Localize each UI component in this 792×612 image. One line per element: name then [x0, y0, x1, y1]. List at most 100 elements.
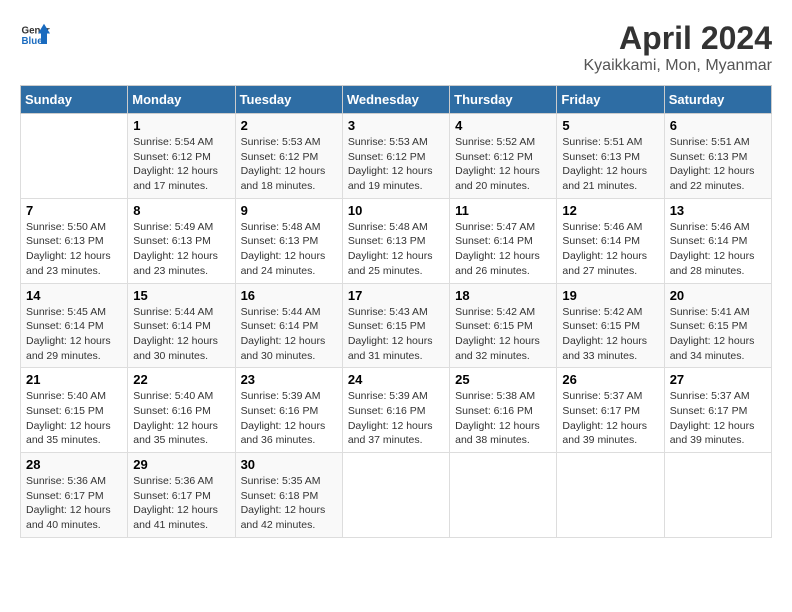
- day-cell: 5 Sunrise: 5:51 AMSunset: 6:13 PMDaylight…: [557, 114, 664, 199]
- day-number: 22: [133, 372, 229, 387]
- day-info: Sunrise: 5:39 AMSunset: 6:16 PMDaylight:…: [348, 389, 444, 448]
- day-number: 10: [348, 203, 444, 218]
- day-number: 1: [133, 118, 229, 133]
- day-cell: 13Sunrise: 5:46 AMSunset: 6:14 PMDayligh…: [664, 198, 771, 283]
- day-info: Sunrise: 5:42 AMSunset: 6:15 PMDaylight:…: [455, 305, 551, 364]
- day-info: Sunrise: 5:37 AMSunset: 6:17 PMDaylight:…: [670, 389, 766, 448]
- day-cell: 1 Sunrise: 5:54 AMSunset: 6:12 PMDaylight…: [128, 114, 235, 199]
- day-info: Sunrise: 5:35 AMSunset: 6:18 PMDaylight:…: [241, 474, 337, 533]
- day-number: 6: [670, 118, 766, 133]
- day-number: 13: [670, 203, 766, 218]
- day-info: Sunrise: 5:38 AMSunset: 6:16 PMDaylight:…: [455, 389, 551, 448]
- day-cell: 9Sunrise: 5:48 AMSunset: 6:13 PMDaylight…: [235, 198, 342, 283]
- day-info: Sunrise: 5:36 AMSunset: 6:17 PMDaylight:…: [133, 474, 229, 533]
- calendar-table: SundayMondayTuesdayWednesdayThursdayFrid…: [20, 85, 772, 538]
- day-cell: [342, 453, 449, 538]
- day-number: 12: [562, 203, 658, 218]
- day-number: 11: [455, 203, 551, 218]
- header-cell-wednesday: Wednesday: [342, 86, 449, 114]
- day-info: Sunrise: 5:48 AMSunset: 6:13 PMDaylight:…: [348, 220, 444, 279]
- week-row-3: 14 Sunrise: 5:45 AMSunset: 6:14 PMDayligh…: [21, 283, 772, 368]
- day-info: Sunrise: 5:42 AMSunset: 6:15 PMDaylight:…: [562, 305, 658, 364]
- day-cell: 22 Sunrise: 5:40 AMSunset: 6:16 PMDayligh…: [128, 368, 235, 453]
- day-number: 28: [26, 457, 122, 472]
- day-cell: 2 Sunrise: 5:53 AMSunset: 6:12 PMDaylight…: [235, 114, 342, 199]
- day-info: Sunrise: 5:52 AMSunset: 6:12 PMDaylight:…: [455, 135, 551, 194]
- day-cell: 14 Sunrise: 5:45 AMSunset: 6:14 PMDayligh…: [21, 283, 128, 368]
- week-row-4: 21 Sunrise: 5:40 AMSunset: 6:15 PMDayligh…: [21, 368, 772, 453]
- day-cell: 8 Sunrise: 5:49 AMSunset: 6:13 PMDaylight…: [128, 198, 235, 283]
- day-number: 16: [241, 288, 337, 303]
- day-cell: 21 Sunrise: 5:40 AMSunset: 6:15 PMDayligh…: [21, 368, 128, 453]
- day-number: 7: [26, 203, 122, 218]
- day-info: Sunrise: 5:44 AMSunset: 6:14 PMDaylight:…: [241, 305, 337, 364]
- header-cell-monday: Monday: [128, 86, 235, 114]
- header-cell-sunday: Sunday: [21, 86, 128, 114]
- calendar-body: 1 Sunrise: 5:54 AMSunset: 6:12 PMDaylight…: [21, 114, 772, 538]
- day-number: 14: [26, 288, 122, 303]
- day-number: 19: [562, 288, 658, 303]
- main-title: April 2024: [584, 20, 773, 57]
- calendar-header-row: SundayMondayTuesdayWednesdayThursdayFrid…: [21, 86, 772, 114]
- day-number: 17: [348, 288, 444, 303]
- day-info: Sunrise: 5:40 AMSunset: 6:16 PMDaylight:…: [133, 389, 229, 448]
- day-cell: 30 Sunrise: 5:35 AMSunset: 6:18 PMDayligh…: [235, 453, 342, 538]
- day-info: Sunrise: 5:40 AMSunset: 6:15 PMDaylight:…: [26, 389, 122, 448]
- day-cell: 24 Sunrise: 5:39 AMSunset: 6:16 PMDayligh…: [342, 368, 449, 453]
- day-number: 23: [241, 372, 337, 387]
- day-number: 27: [670, 372, 766, 387]
- day-number: 3: [348, 118, 444, 133]
- day-number: 2: [241, 118, 337, 133]
- logo-icon: General Blue: [20, 20, 50, 50]
- day-cell: 6 Sunrise: 5:51 AMSunset: 6:13 PMDaylight…: [664, 114, 771, 199]
- day-info: Sunrise: 5:39 AMSunset: 6:16 PMDaylight:…: [241, 389, 337, 448]
- day-info: Sunrise: 5:49 AMSunset: 6:13 PMDaylight:…: [133, 220, 229, 279]
- day-number: 26: [562, 372, 658, 387]
- day-info: Sunrise: 5:46 AMSunset: 6:14 PMDaylight:…: [562, 220, 658, 279]
- day-info: Sunrise: 5:54 AMSunset: 6:12 PMDaylight:…: [133, 135, 229, 194]
- day-info: Sunrise: 5:45 AMSunset: 6:14 PMDaylight:…: [26, 305, 122, 364]
- day-info: Sunrise: 5:53 AMSunset: 6:12 PMDaylight:…: [241, 135, 337, 194]
- day-number: 15: [133, 288, 229, 303]
- day-info: Sunrise: 5:47 AMSunset: 6:14 PMDaylight:…: [455, 220, 551, 279]
- day-info: Sunrise: 5:51 AMSunset: 6:13 PMDaylight:…: [670, 135, 766, 194]
- day-cell: 25 Sunrise: 5:38 AMSunset: 6:16 PMDayligh…: [450, 368, 557, 453]
- header-cell-thursday: Thursday: [450, 86, 557, 114]
- header: General Blue April 2024 Kyaikkami, Mon, …: [20, 20, 772, 75]
- day-cell: 3Sunrise: 5:53 AMSunset: 6:12 PMDaylight…: [342, 114, 449, 199]
- day-info: Sunrise: 5:51 AMSunset: 6:13 PMDaylight:…: [562, 135, 658, 194]
- day-info: Sunrise: 5:41 AMSunset: 6:15 PMDaylight:…: [670, 305, 766, 364]
- svg-text:Blue: Blue: [22, 36, 44, 47]
- day-cell: 18 Sunrise: 5:42 AMSunset: 6:15 PMDayligh…: [450, 283, 557, 368]
- logo: General Blue: [20, 20, 50, 50]
- day-info: Sunrise: 5:50 AMSunset: 6:13 PMDaylight:…: [26, 220, 122, 279]
- header-cell-tuesday: Tuesday: [235, 86, 342, 114]
- day-number: 30: [241, 457, 337, 472]
- day-cell: [450, 453, 557, 538]
- day-number: 18: [455, 288, 551, 303]
- day-cell: 16 Sunrise: 5:44 AMSunset: 6:14 PMDayligh…: [235, 283, 342, 368]
- day-cell: 12 Sunrise: 5:46 AMSunset: 6:14 PMDayligh…: [557, 198, 664, 283]
- day-number: 5: [562, 118, 658, 133]
- week-row-1: 1 Sunrise: 5:54 AMSunset: 6:12 PMDaylight…: [21, 114, 772, 199]
- day-cell: [21, 114, 128, 199]
- day-cell: 29Sunrise: 5:36 AMSunset: 6:17 PMDayligh…: [128, 453, 235, 538]
- title-area: April 2024 Kyaikkami, Mon, Myanmar: [584, 20, 773, 75]
- day-number: 8: [133, 203, 229, 218]
- day-number: 9: [241, 203, 337, 218]
- day-cell: 23 Sunrise: 5:39 AMSunset: 6:16 PMDayligh…: [235, 368, 342, 453]
- subtitle: Kyaikkami, Mon, Myanmar: [584, 57, 773, 75]
- day-number: 25: [455, 372, 551, 387]
- day-cell: 26Sunrise: 5:37 AMSunset: 6:17 PMDayligh…: [557, 368, 664, 453]
- day-info: Sunrise: 5:43 AMSunset: 6:15 PMDaylight:…: [348, 305, 444, 364]
- day-info: Sunrise: 5:44 AMSunset: 6:14 PMDaylight:…: [133, 305, 229, 364]
- day-info: Sunrise: 5:36 AMSunset: 6:17 PMDaylight:…: [26, 474, 122, 533]
- day-cell: 19 Sunrise: 5:42 AMSunset: 6:15 PMDayligh…: [557, 283, 664, 368]
- day-number: 24: [348, 372, 444, 387]
- week-row-5: 28 Sunrise: 5:36 AMSunset: 6:17 PMDayligh…: [21, 453, 772, 538]
- day-number: 20: [670, 288, 766, 303]
- day-cell: 10 Sunrise: 5:48 AMSunset: 6:13 PMDayligh…: [342, 198, 449, 283]
- day-cell: 15 Sunrise: 5:44 AMSunset: 6:14 PMDayligh…: [128, 283, 235, 368]
- day-number: 21: [26, 372, 122, 387]
- day-cell: 28 Sunrise: 5:36 AMSunset: 6:17 PMDayligh…: [21, 453, 128, 538]
